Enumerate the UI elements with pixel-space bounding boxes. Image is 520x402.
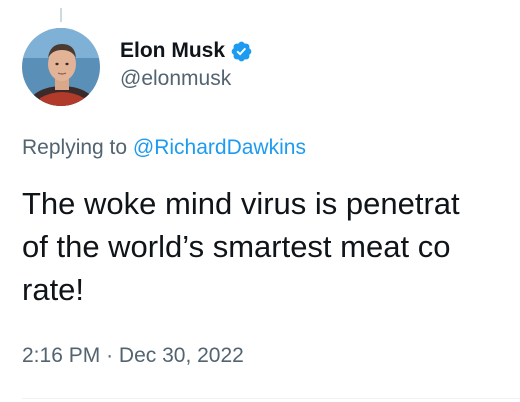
tweet-text-line: of the world’s smartest meat co [22,229,451,264]
profile-photo-icon [22,28,100,106]
tweet-text-line: rate! [22,272,85,307]
tweet-text: The woke mind virus is penetrat of the w… [22,182,520,311]
name-row: Elon Musk [120,37,253,65]
author-display-name[interactable]: Elon Musk [120,39,225,63]
tweet-time[interactable]: 2:16 PM [22,344,100,367]
meta-separator: · [106,344,114,367]
tweet-header: Elon Musk @elonmusk [22,28,253,106]
reply-handle-link[interactable]: @RichardDawkins [133,136,306,159]
author-info: Elon Musk @elonmusk [120,37,253,91]
tweet-date[interactable]: Dec 30, 2022 [119,344,244,367]
tweet-text-line: The woke mind virus is penetrat [22,186,460,221]
author-handle[interactable]: @elonmusk [120,67,253,91]
replying-to-label: Replying to [22,136,128,159]
thread-connector-line [60,8,62,22]
avatar[interactable] [22,28,100,106]
replying-to: Replying to @RichardDawkins [22,136,306,160]
verified-badge-icon [230,40,253,63]
divider [22,398,520,399]
tweet-timestamp[interactable]: 2:16 PM · Dec 30, 2022 [22,344,244,368]
